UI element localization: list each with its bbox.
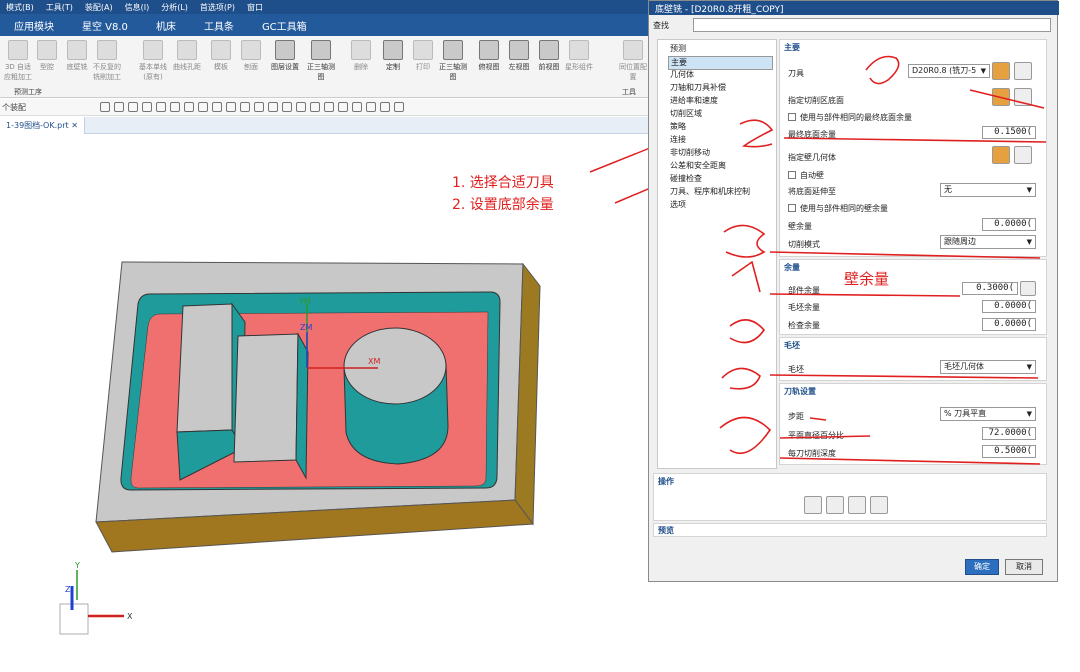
mark-4 xyxy=(731,260,761,293)
mark-6 xyxy=(721,367,761,390)
mark-underline xyxy=(769,293,961,297)
mark-underline xyxy=(769,374,1039,379)
mark-underline xyxy=(769,251,1041,259)
mark-2 xyxy=(739,119,774,148)
mark-3 xyxy=(723,224,766,258)
annotation-overlay xyxy=(719,55,1047,465)
mark-5 xyxy=(729,319,766,344)
mark-7 xyxy=(719,416,772,455)
mark-1 xyxy=(865,55,900,85)
annotation-wall: 壁余量 xyxy=(844,270,890,288)
mark-underline xyxy=(779,457,1041,465)
mark-underline xyxy=(969,89,1045,109)
mark-underline xyxy=(809,417,827,421)
mark-underline xyxy=(783,137,1047,143)
mark-underline xyxy=(779,435,871,439)
